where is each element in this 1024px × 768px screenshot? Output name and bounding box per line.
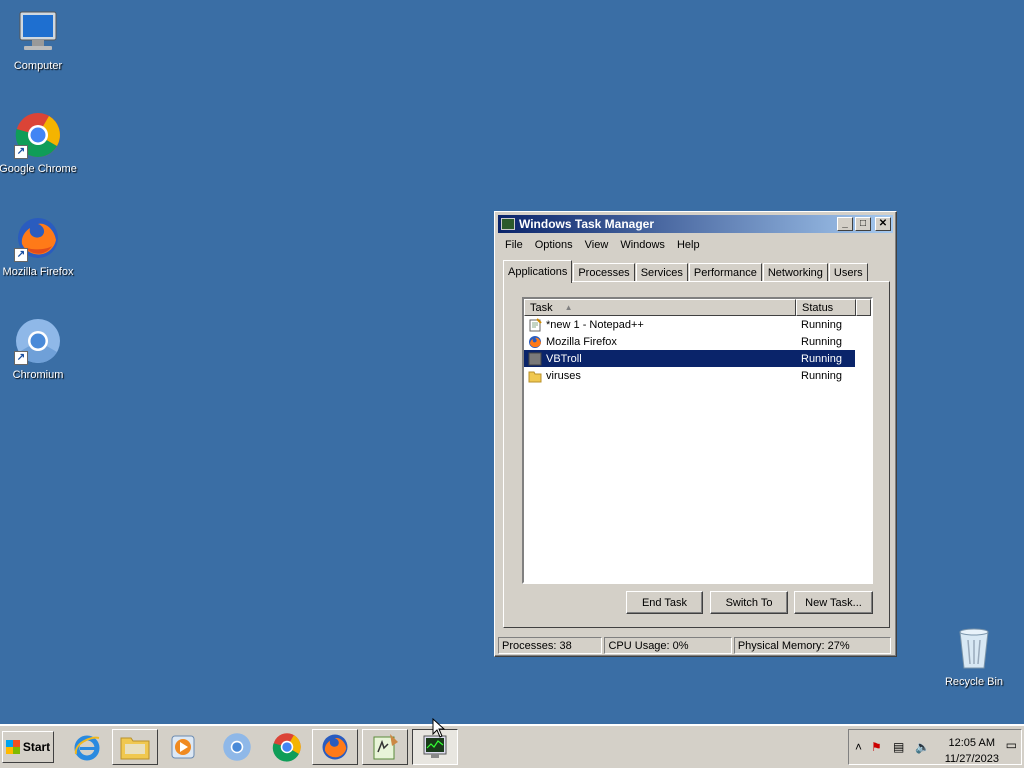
tab-strip: Applications Processes Services Performa… — [503, 258, 869, 283]
chromium-icon: ↗ — [14, 317, 62, 365]
minimize-button[interactable]: _ — [837, 217, 853, 231]
show-desktop-icon[interactable]: ▭ — [1006, 738, 1017, 752]
maximize-button[interactable]: □ — [855, 217, 871, 231]
tab-applications[interactable]: Applications — [503, 260, 573, 283]
menu-bar: File Options View Windows Help — [499, 236, 706, 254]
taskbar-firefox[interactable] — [312, 729, 358, 765]
file-explorer-icon — [120, 737, 150, 760]
menu-windows[interactable]: Windows — [614, 239, 671, 251]
desktop-icon-label: Mozilla Firefox — [2, 266, 74, 278]
column-header-task[interactable]: Task ▲ — [524, 299, 796, 316]
processes-count: Processes: 38 — [498, 637, 603, 654]
windows-logo-icon — [5, 740, 20, 754]
desktop-icon-label: Chromium — [12, 369, 64, 381]
list-item[interactable]: VBTroll Running — [524, 350, 855, 367]
desktop-icon-mozilla-firefox[interactable]: ↗ Mozilla Firefox — [0, 214, 78, 278]
task-name: Mozilla Firefox — [546, 335, 617, 348]
folder-icon — [528, 371, 542, 382]
list-item[interactable]: viruses Running — [524, 367, 855, 384]
tab-users[interactable]: Users — [828, 263, 868, 282]
firefox-icon — [529, 335, 541, 348]
shortcut-arrow-icon: ↗ — [14, 351, 28, 365]
desktop-icon-recycle-bin[interactable]: Recycle Bin — [934, 624, 1014, 688]
physical-memory: Physical Memory: 27% — [733, 637, 891, 654]
task-list[interactable]: Task ▲ Status *new 1 - Notepad++ Running… — [522, 297, 873, 584]
taskbar-internet-explorer[interactable] — [64, 729, 110, 765]
action-center-icon[interactable]: ⚑ — [871, 740, 882, 754]
system-tray: ˄ ⚑ ▤ 🔈 12:05 AM 11/27/2023 ▭ — [848, 729, 1022, 765]
task-status: Running — [801, 318, 842, 331]
notepad-plus-plus-icon — [373, 734, 398, 760]
task-manager-window: Windows Task Manager _ □ ✕ File Options … — [494, 211, 897, 657]
switch-to-button[interactable]: Switch To — [710, 591, 788, 614]
column-header-filler — [856, 299, 871, 316]
taskbar: Start ˄ ⚑ ▤ 🔈 12:05 AM 11/27/2023 ▭ — [0, 724, 1024, 768]
app-icon — [528, 352, 542, 365]
tab-networking[interactable]: Networking — [762, 263, 828, 282]
title-bar[interactable]: Windows Task Manager _ □ ✕ — [498, 215, 893, 233]
task-manager-icon — [501, 218, 515, 230]
column-header-status[interactable]: Status — [796, 299, 856, 316]
recycle-bin-icon — [950, 624, 998, 672]
list-header: Task ▲ Status — [524, 299, 871, 316]
clock-date[interactable]: 11/27/2023 — [945, 753, 999, 765]
desktop-icon-google-chrome[interactable]: ↗ Google Chrome — [0, 111, 78, 175]
start-label: Start — [22, 740, 51, 754]
tab-processes[interactable]: Processes — [573, 263, 635, 282]
task-name: viruses — [546, 369, 581, 382]
desktop-icon-chromium[interactable]: ↗ Chromium — [0, 317, 78, 381]
menu-options[interactable]: Options — [529, 239, 579, 251]
computer-icon — [14, 8, 62, 56]
mouse-cursor-icon — [432, 718, 446, 738]
start-button[interactable]: Start — [2, 731, 54, 763]
internet-explorer-icon — [74, 735, 100, 761]
show-hidden-icons-icon[interactable]: ˄ — [855, 740, 862, 754]
task-status: Running — [801, 335, 842, 348]
new-task-button[interactable]: New Task... — [794, 591, 873, 614]
chrome-icon: ↗ — [14, 111, 62, 159]
notepad-icon — [529, 317, 542, 331]
task-name: *new 1 - Notepad++ — [546, 318, 644, 331]
taskbar-chrome[interactable] — [264, 729, 310, 765]
applications-panel: Task ▲ Status *new 1 - Notepad++ Running… — [503, 281, 890, 628]
media-player-icon — [171, 735, 195, 759]
volume-icon[interactable]: 🔈 — [915, 740, 930, 754]
firefox-icon — [322, 734, 348, 760]
chromium-icon — [223, 733, 251, 761]
list-item[interactable]: Mozilla Firefox Running — [524, 333, 855, 350]
sort-ascending-icon: ▲ — [564, 303, 573, 312]
shortcut-arrow-icon: ↗ — [14, 248, 28, 262]
desktop-icon-label: Computer — [13, 60, 63, 72]
taskbar-notepad-plus-plus[interactable] — [362, 729, 408, 765]
menu-file[interactable]: File — [499, 239, 529, 251]
list-item[interactable]: *new 1 - Notepad++ Running — [524, 316, 855, 333]
network-icon[interactable]: ▤ — [893, 740, 904, 754]
clock-time[interactable]: 12:05 AM — [949, 737, 995, 749]
desktop-icon-label: Google Chrome — [0, 163, 77, 175]
desktop-icon-computer[interactable]: Computer — [0, 8, 78, 72]
close-button[interactable]: ✕ — [875, 217, 891, 231]
task-name: VBTroll — [546, 352, 582, 365]
menu-view[interactable]: View — [579, 239, 615, 251]
tab-performance[interactable]: Performance — [688, 263, 762, 282]
firefox-icon: ↗ — [14, 214, 62, 262]
desktop-icon-label: Recycle Bin — [944, 676, 1004, 688]
menu-help[interactable]: Help — [671, 239, 706, 251]
taskbar-file-explorer[interactable] — [112, 729, 158, 765]
task-status: Running — [801, 352, 842, 365]
column-label: Task — [530, 301, 553, 314]
tab-services[interactable]: Services — [635, 263, 688, 282]
end-task-button[interactable]: End Task — [626, 591, 703, 614]
window-title: Windows Task Manager — [519, 217, 655, 231]
shortcut-arrow-icon: ↗ — [14, 145, 28, 159]
cpu-usage: CPU Usage: 0% — [604, 637, 732, 654]
chrome-icon — [272, 733, 301, 762]
taskbar-chromium[interactable] — [214, 729, 260, 765]
task-status: Running — [801, 369, 842, 382]
status-bar: Processes: 38 CPU Usage: 0% Physical Mem… — [498, 637, 893, 654]
taskbar-media-player[interactable] — [160, 729, 206, 765]
